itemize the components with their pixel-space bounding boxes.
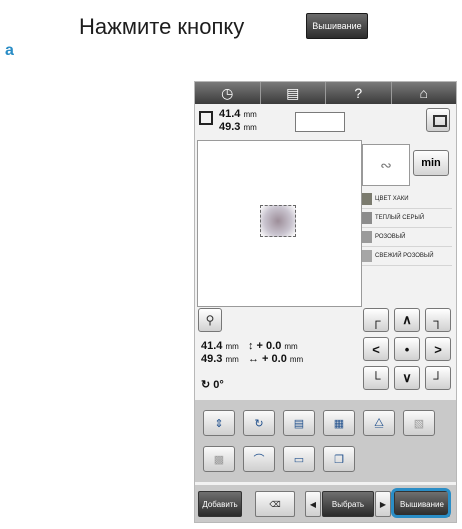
step-label: a bbox=[5, 42, 14, 59]
rotate-icon[interactable]: ↻ bbox=[243, 410, 275, 436]
prev-arrow-button[interactable]: ◀ bbox=[305, 491, 321, 517]
move-up-left-button[interactable]: ┌ bbox=[363, 308, 389, 332]
memory-button[interactable] bbox=[426, 108, 450, 132]
home-icon[interactable]: ⌂ bbox=[392, 82, 457, 104]
frame-indicator bbox=[295, 112, 345, 132]
color-item[interactable]: ТЕПЛЫЙ СЕРЫЙ bbox=[362, 209, 452, 228]
help-icon[interactable]: ? bbox=[326, 82, 392, 104]
instruction-text: Нажмите кнопку bbox=[79, 14, 245, 39]
pattern-size-row: 41.4 mm 49.3 mm bbox=[199, 108, 452, 133]
color-item[interactable]: РОЗОВЫЙ bbox=[362, 228, 452, 247]
mirror-icon[interactable]: ⧋ bbox=[363, 410, 395, 436]
pattern-size: 41.4 mm 49.3 mm bbox=[219, 108, 257, 133]
center-button[interactable]: • bbox=[394, 337, 420, 361]
machine-screen: ◷ ▤ ? ⌂ 41.4 mm 49.3 mm ∾ min ЦВЕТ ХАКИ … bbox=[194, 81, 457, 523]
move-up-right-button[interactable]: ┐ bbox=[425, 308, 451, 332]
edit-tools-panel: ⇕ ↻ ▤ ▦ ⧋ ▧ ▩ ⌒ ▭ ❐ bbox=[195, 400, 456, 482]
next-arrow-button[interactable]: ▶ bbox=[375, 491, 391, 517]
move-left-button[interactable]: < bbox=[363, 337, 389, 361]
border-icon[interactable]: ▧ bbox=[403, 410, 435, 436]
move-right-button[interactable]: > bbox=[425, 337, 451, 361]
color-item[interactable]: ЦВЕТ ХАКИ bbox=[362, 190, 452, 209]
move-down-left-button[interactable]: └ bbox=[363, 366, 389, 390]
embroidery-button-reference: Вышивание bbox=[306, 13, 368, 39]
pattern-preview: ∾ bbox=[362, 144, 410, 186]
clock-icon[interactable]: ◷ bbox=[195, 82, 261, 104]
density-icon[interactable]: ▦ bbox=[323, 410, 355, 436]
top-toolbar: ◷ ▤ ? ⌂ bbox=[195, 82, 456, 104]
bottom-toolbar: Добавить ⌫ ◀ Выбрать ▶ Вышивание bbox=[195, 485, 456, 522]
highlight-outline bbox=[391, 488, 451, 518]
move-up-button[interactable]: ∧ bbox=[394, 308, 420, 332]
resize-icon[interactable]: ⇕ bbox=[203, 410, 235, 436]
position-info: 41.4 mm ↕ + 0.0 mm 49.3 mm ↔ + 0.0 mm bbox=[201, 340, 304, 365]
size-icon bbox=[199, 111, 213, 125]
move-arrow-pad: ┌ ∧ ┐ < • > └ ∨ ┘ bbox=[363, 308, 451, 392]
document-icon[interactable]: ▤ bbox=[261, 82, 326, 104]
move-down-right-button[interactable]: ┘ bbox=[425, 366, 451, 390]
color-item[interactable]: СВЕЖИЙ РОЗОВЫЙ bbox=[362, 247, 452, 266]
min-button[interactable]: min bbox=[413, 150, 449, 176]
text-edit-icon[interactable]: ▤ bbox=[283, 410, 315, 436]
move-down-button[interactable]: ∨ bbox=[394, 366, 420, 390]
add-button[interactable]: Добавить bbox=[198, 491, 242, 517]
duplicate-icon[interactable]: ❐ bbox=[323, 446, 355, 472]
embroidery-canvas bbox=[197, 140, 362, 307]
select-button[interactable]: Выбрать bbox=[322, 491, 374, 517]
spacing-icon[interactable]: ▭ bbox=[283, 446, 315, 472]
curve-text-icon[interactable]: ⌒ bbox=[243, 446, 275, 472]
thread-color-list: ЦВЕТ ХАКИ ТЕПЛЫЙ СЕРЫЙ РОЗОВЫЙ СВЕЖИЙ РО… bbox=[362, 190, 452, 266]
array-icon[interactable]: ▩ bbox=[203, 446, 235, 472]
pin-icon[interactable]: ⚲ bbox=[198, 308, 222, 332]
eraser-icon[interactable]: ⌫ bbox=[255, 491, 295, 517]
rotation-value: ↻ 0° bbox=[201, 379, 224, 391]
embroidery-motif[interactable] bbox=[260, 205, 296, 237]
